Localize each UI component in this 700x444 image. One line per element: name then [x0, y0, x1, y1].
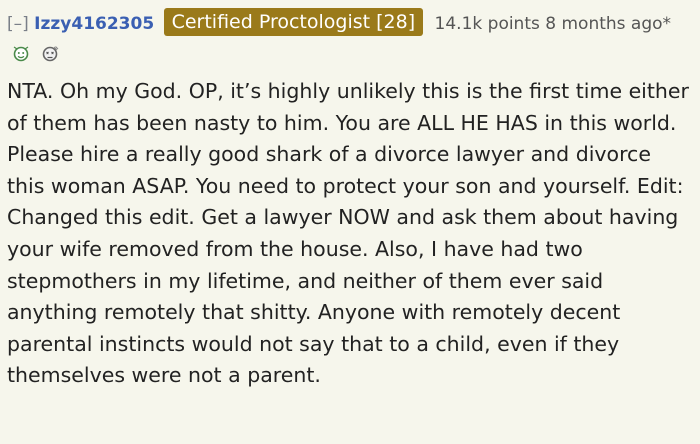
award-icon[interactable] [40, 44, 60, 64]
author-link[interactable]: Izzy4162305 [34, 14, 154, 34]
comment: [–] Izzy4162305 Certified Proctologist [… [0, 0, 700, 444]
award-icon[interactable] [11, 44, 31, 64]
comment-tagline: [–] Izzy4162305 Certified Proctologist [… [7, 8, 690, 71]
comment-body: NTA. Oh my God. OP, it’s highly unlikely… [7, 79, 689, 388]
timestamp[interactable]: 8 months ago* [545, 14, 671, 34]
collapse-toggle[interactable]: [–] [7, 14, 29, 34]
user-flair: Certified Proctologist [28] [163, 8, 424, 36]
points: 14.1k points [434, 14, 540, 34]
